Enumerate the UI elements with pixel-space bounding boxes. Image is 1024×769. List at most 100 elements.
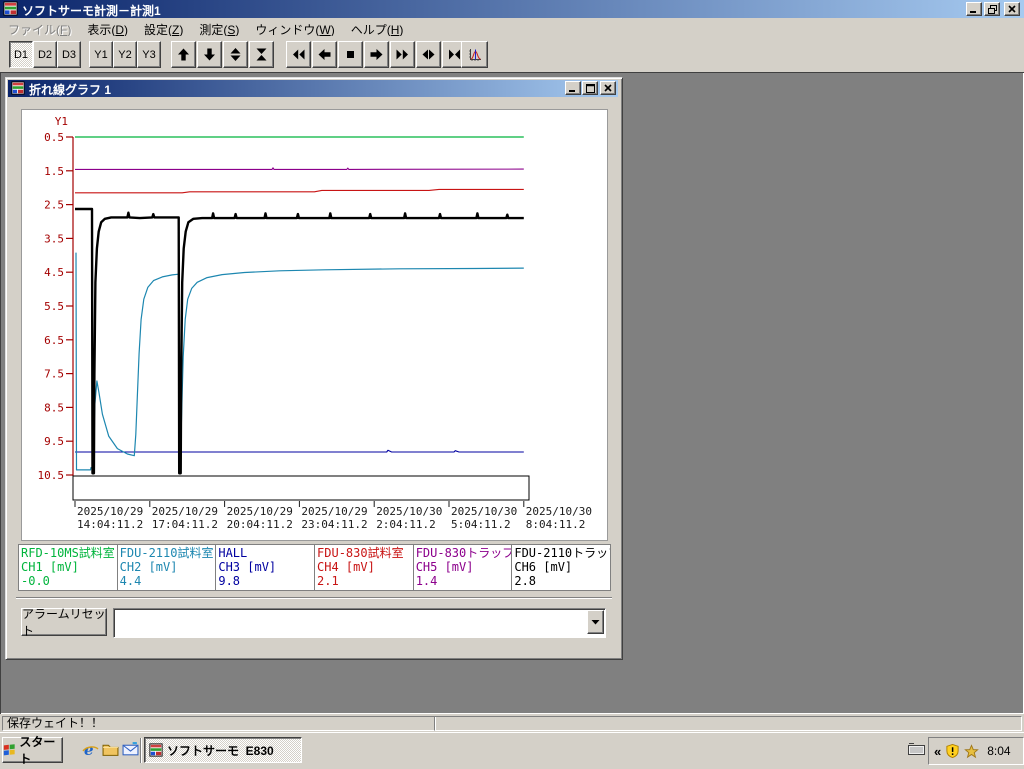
svg-text:2025/10/29: 2025/10/29 [152, 505, 218, 518]
channel-value: -0.0 [21, 574, 50, 588]
stop-button[interactable] [338, 41, 363, 68]
security-shield-icon[interactable] [945, 743, 960, 759]
system-tray: « 8:04 [928, 737, 1024, 765]
svg-text:23:04:11.2: 23:04:11.2 [301, 518, 367, 531]
alarm-reset-button[interactable]: アラームリセット [21, 607, 107, 638]
compress-vertical-button[interactable] [249, 41, 274, 68]
svg-text:7.5: 7.5 [44, 368, 64, 381]
step-left-button[interactable] [312, 41, 337, 68]
status-bar: 保存ウェイト！！ [0, 714, 1024, 732]
svg-text:10.5: 10.5 [38, 469, 65, 482]
folder-icon[interactable] [102, 742, 119, 757]
ie-icon[interactable]: e [82, 741, 99, 758]
channel-name: HALL [218, 546, 248, 560]
expand-vertical-button[interactable] [223, 41, 248, 68]
axis-button-Y1[interactable]: Y1 [89, 41, 113, 68]
legend-cell-CH2: FDU-2110試料室 CH2 [mV] 4.4 [116, 545, 216, 590]
main-title-bar[interactable]: ソフトサーモ計測－計測1 [0, 0, 1024, 18]
graph-maximize-button[interactable] [582, 81, 598, 95]
star-icon[interactable] [964, 743, 980, 759]
svg-text:17:04:11.2: 17:04:11.2 [152, 518, 218, 531]
combo-dropdown-button[interactable] [587, 610, 604, 634]
legend-cell-CH3: HALL CH3 [mV] 9.8 [215, 545, 315, 590]
channel-name: FDU-830トラップ [415, 546, 512, 560]
legend-cell-CH6: FDU-2110トラップ CH6 [mV] 2.8 [511, 545, 611, 590]
channel-id: CH6 [mV] [514, 560, 573, 574]
svg-text:9.5: 9.5 [44, 435, 64, 448]
close-button[interactable] [1004, 2, 1020, 16]
svg-text:2025/10/29: 2025/10/29 [77, 505, 143, 518]
series-CH2 [75, 252, 524, 473]
step-right-button[interactable] [364, 41, 389, 68]
task-button-softthermo[interactable]: ソフトサーモ E830 [144, 737, 302, 763]
svg-text:Y1: Y1 [55, 115, 68, 128]
axis-button-Y3[interactable]: Y3 [137, 41, 161, 68]
channel-id: CH2 [mV] [119, 560, 178, 574]
taskbar: スタート e ソフトサーモ E830 « 8:04 [0, 732, 1024, 769]
minimize-button[interactable] [966, 2, 982, 16]
svg-text:2025/10/30: 2025/10/30 [451, 505, 517, 518]
graph-close-button[interactable] [600, 81, 616, 95]
chevron-down-icon [591, 620, 600, 625]
axis-button-Y2[interactable]: Y2 [113, 41, 137, 68]
start-button[interactable]: スタート [2, 735, 63, 766]
graph-window-icon [11, 81, 25, 95]
status-message: 保存ウェイト！！ [7, 716, 104, 730]
graph-minimize-button[interactable] [565, 81, 581, 95]
svg-text:2:04:11.2: 2:04:11.2 [376, 518, 436, 531]
graph-settings-icon [468, 48, 481, 61]
expand-horizontal-button[interactable] [416, 41, 441, 68]
rewind-button[interactable] [286, 41, 311, 68]
legend-cell-CH5: FDU-830トラップ CH5 [mV] 1.4 [412, 545, 512, 590]
dataset-button-D1[interactable]: D1 [9, 41, 33, 68]
series-CH6 [75, 207, 524, 475]
tray-clock[interactable]: 8:04 [987, 744, 1010, 758]
desktop: { "window": { "title": "ソフトサーモ計測－計測1" },… [0, 0, 1024, 769]
mail-icon[interactable] [122, 742, 139, 757]
svg-text:2025/10/29: 2025/10/29 [227, 505, 293, 518]
graph-window: 折れ線グラフ 1 0.5 1.5 2.5 3.5 4.5 5.5 6.5 7.5 8.5 9.5 1… [5, 77, 623, 660]
tray-overflow-chevron[interactable]: « [934, 744, 941, 759]
chart-panel: 0.5 1.5 2.5 3.5 4.5 5.5 6.5 7.5 8.5 9.5 10.5 Y1 2025… [21, 109, 608, 541]
alarm-combo-value[interactable] [116, 611, 580, 635]
rewind-icon [293, 49, 305, 60]
svg-text:8:04:11.2: 8:04:11.2 [526, 518, 586, 531]
svg-text:0.5: 0.5 [44, 131, 64, 144]
separator [16, 597, 612, 599]
legend-cell-CH1: RFD-10MS試料室 CH1 [mV] -0.0 [19, 545, 117, 590]
step-left-icon [318, 49, 331, 60]
svg-text:4.5: 4.5 [44, 266, 64, 279]
scroll-up-button[interactable] [171, 41, 196, 68]
status-right-panel [434, 716, 1022, 731]
status-message-panel: 保存ウェイト！！ [2, 716, 436, 731]
task-app-icon [149, 743, 163, 757]
expand-horizontal-icon [422, 49, 435, 60]
channel-legend: RFD-10MS試料室 CH1 [mV] -0.0 FDU-2110試料室 CH2 [m… [18, 544, 611, 591]
graph-settings-button[interactable] [461, 41, 488, 68]
restore-button[interactable] [984, 2, 1000, 16]
series-CH3 [75, 449, 524, 453]
channel-id: CH4 [mV] [317, 560, 375, 574]
dataset-button-D2[interactable]: D2 [33, 41, 57, 68]
svg-text:5:04:11.2: 5:04:11.2 [451, 518, 511, 531]
scroll-up-icon [178, 48, 189, 61]
collapse-horizontal-icon [449, 49, 460, 60]
dataset-button-D3[interactable]: D3 [57, 41, 81, 68]
alarm-combobox[interactable] [113, 608, 606, 638]
keyboard-icon[interactable] [908, 743, 925, 756]
scroll-down-button[interactable] [197, 41, 222, 68]
fast-forward-button[interactable] [390, 41, 415, 68]
menu-bar: ファイル(F) 表示(D) 設定(Z) 測定(S) ウィンドウ(W) ヘルプ(H) [0, 18, 1024, 37]
alarm-reset-label: アラームリセット [22, 607, 106, 638]
svg-text:2025/10/29: 2025/10/29 [301, 505, 367, 518]
channel-value: 1.4 [415, 574, 438, 588]
channel-name: FDU-830試料室 [317, 546, 404, 560]
graph-window-title-bar[interactable]: 折れ線グラフ 1 [8, 80, 618, 97]
svg-text:3.5: 3.5 [44, 232, 64, 245]
channel-name: RFD-10MS試料室 [21, 546, 115, 560]
line-chart: 0.5 1.5 2.5 3.5 4.5 5.5 6.5 7.5 8.5 9.5 10.5 Y1 2025… [38, 115, 593, 531]
channel-id: CH1 [mV] [21, 560, 79, 574]
svg-text:1.5: 1.5 [44, 165, 64, 178]
taskbar-divider [140, 738, 142, 763]
channel-id: CH3 [mV] [218, 560, 277, 574]
